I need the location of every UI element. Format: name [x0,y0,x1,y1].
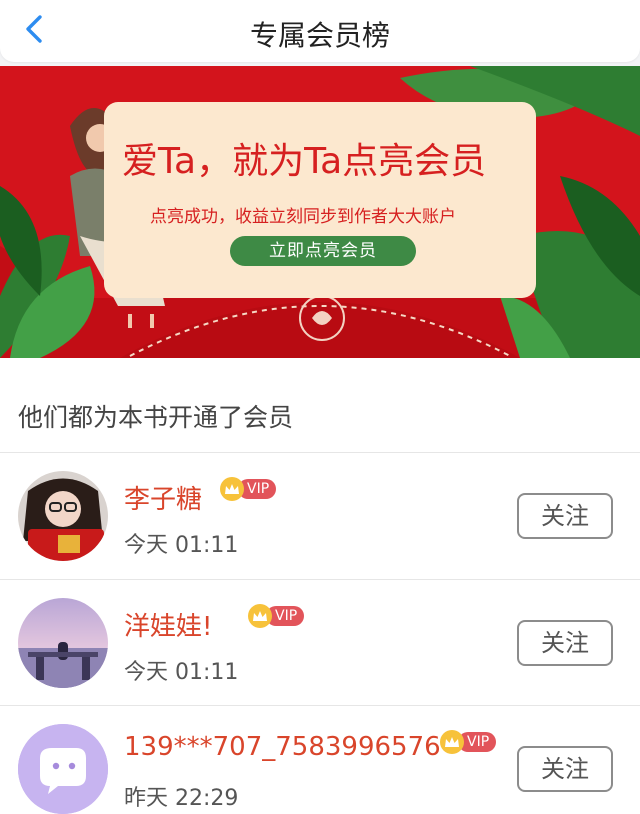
crown-icon [220,477,244,501]
vip-badge: VIP [440,730,497,754]
banner-subtitle: 点亮成功，收益立刻同步到作者大大账户 [150,207,456,227]
light-up-vip-button[interactable]: 立即点亮会员 [230,236,416,266]
crown-icon [440,730,464,754]
follow-button[interactable]: 关注 [517,620,613,666]
open-time: 今天 01:11 [124,660,239,685]
member-name[interactable]: 洋娃娃! [124,606,212,643]
avatar[interactable] [18,598,108,688]
members-section: 他们都为本书开通了会员 李子糖 VIP 今天 01:11 关注 洋娃娃! VIP… [0,358,640,814]
promo-banner[interactable]: 爱Ta，就为Ta点亮会员 点亮成功，收益立刻同步到作者大大账户 立即点亮会员 [0,66,640,358]
member-row: 洋娃娃! VIP 今天 01:11 关注 [0,580,640,706]
member-row: 李子糖 VIP 今天 01:11 关注 [0,453,640,579]
member-row: 139***707_7583996576 VIP 昨天 22:29 关注 [0,706,640,814]
top-nav-bar: 专属会员榜 [0,0,640,62]
vip-badge: VIP [248,604,305,628]
follow-button[interactable]: 关注 [517,493,613,539]
avatar-photo [18,471,108,561]
section-title: 他们都为本书开通了会员 [18,403,294,432]
avatar-photo [18,598,108,688]
crown-icon [248,604,272,628]
member-name[interactable]: 139***707_7583996576 [124,732,441,762]
vip-badge: VIP [220,477,277,501]
chat-bubble-icon [18,724,108,814]
open-time: 昨天 22:29 [124,786,239,811]
member-name[interactable]: 李子糖 [124,479,202,516]
banner-headline: 爱Ta，就为Ta点亮会员 [122,141,487,182]
follow-button[interactable]: 关注 [517,746,613,792]
open-time: 今天 01:11 [124,533,239,558]
avatar[interactable] [18,724,108,814]
avatar[interactable] [18,471,108,561]
page-title: 专属会员榜 [249,19,390,52]
